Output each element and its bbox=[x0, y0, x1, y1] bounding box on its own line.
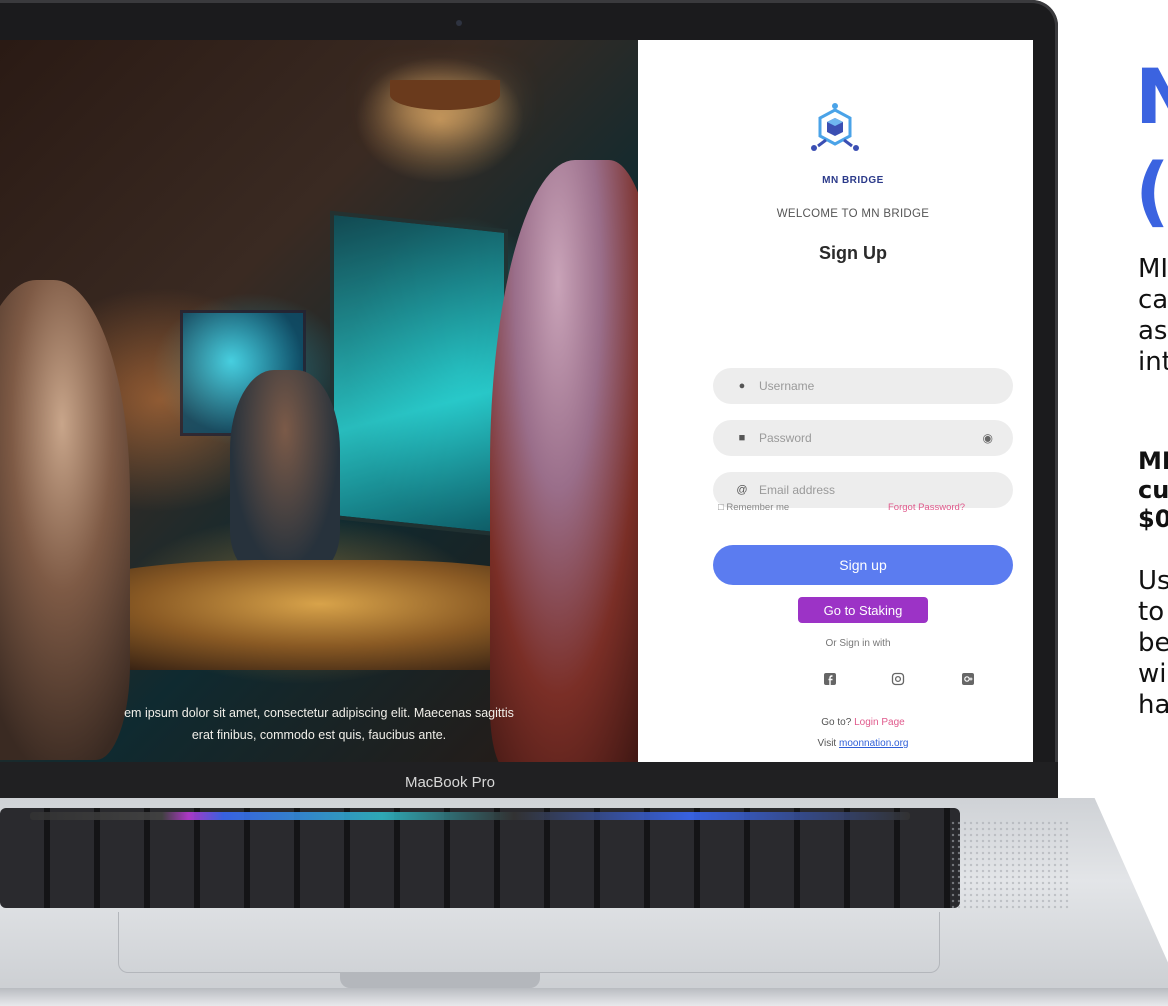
hero-p1-line: as bbox=[1138, 316, 1168, 346]
hero-paragraph-1: MI ca as int bbox=[1138, 254, 1168, 378]
checkbox-icon: □ bbox=[718, 502, 724, 513]
login-page-link[interactable]: Login Page bbox=[854, 717, 905, 728]
art-figure-middle bbox=[230, 370, 340, 570]
hero-p2-line: cu bbox=[1138, 476, 1168, 504]
brand-name: MN BRIDGE bbox=[822, 175, 884, 186]
hero-p2-line: MI bbox=[1138, 447, 1168, 475]
signup-panel: MN BRIDGE WELCOME TO MN BRIDGE Sign Up ●… bbox=[638, 40, 1033, 762]
goto-login: Go to? Login Page bbox=[638, 717, 1033, 728]
hero-p1-line: MI bbox=[1138, 254, 1168, 284]
art-caption: em ipsum dolor sit amet, consectetur adi… bbox=[0, 702, 638, 746]
at-icon: @ bbox=[736, 484, 748, 496]
lid-notch bbox=[340, 972, 540, 988]
email-placeholder: Email address bbox=[759, 483, 836, 497]
visit-prefix: Visit bbox=[817, 738, 837, 749]
art-caption-line-1: em ipsum dolor sit amet, consectetur adi… bbox=[124, 706, 514, 720]
hero-p3-line: wi bbox=[1138, 659, 1167, 689]
art-caption-line-2: erat finibus, commodo est quis, faucibus… bbox=[191, 728, 447, 742]
welcome-text: WELCOME TO MN BRIDGE bbox=[776, 208, 930, 220]
device-label: MacBook Pro bbox=[404, 774, 496, 791]
hero-artwork: em ipsum dolor sit amet, consectetur adi… bbox=[0, 40, 660, 762]
hero-p1-line: int bbox=[1138, 347, 1168, 377]
user-icon: ● bbox=[738, 380, 746, 392]
hero-p1-line: ca bbox=[1138, 285, 1168, 315]
remember-me-checkbox[interactable]: □ Remember me bbox=[718, 502, 789, 513]
page-title: Sign Up bbox=[819, 243, 887, 263]
lock-icon: ■ bbox=[738, 432, 746, 444]
hero-title: N ( bbox=[1135, 50, 1168, 238]
username-placeholder: Username bbox=[759, 379, 815, 393]
or-sign-in-label: Or Sign in with bbox=[825, 638, 891, 649]
laptop-front-edge bbox=[0, 988, 1168, 1006]
forgot-password-link[interactable]: Forgot Password? bbox=[888, 502, 965, 513]
hero-title-line-1: N bbox=[1135, 52, 1168, 141]
hero-p3-line: Us bbox=[1138, 566, 1168, 596]
hero-p2-line: $0 bbox=[1138, 505, 1168, 533]
go-to-staking-button[interactable]: Go to Staking bbox=[798, 597, 928, 623]
password-placeholder: Password bbox=[759, 431, 812, 445]
moonnation-link[interactable]: moonnation.org bbox=[839, 738, 909, 749]
instagram-icon[interactable] bbox=[891, 672, 905, 686]
art-monitor bbox=[330, 210, 508, 538]
keyboard bbox=[0, 808, 960, 908]
hero-p3-line: to bbox=[1138, 597, 1165, 627]
facebook-icon[interactable] bbox=[823, 672, 837, 686]
hero-title-line-2: ( bbox=[1135, 146, 1168, 235]
username-field[interactable]: ● Username bbox=[713, 368, 1013, 404]
trackpad bbox=[118, 912, 940, 973]
goto-prefix: Go to? bbox=[821, 717, 852, 728]
google-plus-icon[interactable] bbox=[961, 672, 975, 686]
art-lamp bbox=[390, 80, 500, 110]
art-figure-right bbox=[490, 160, 660, 762]
laptop-screen: em ipsum dolor sit amet, consectetur adi… bbox=[0, 40, 1033, 762]
visit-site: Visit moonnation.org bbox=[638, 738, 1033, 749]
hero-p3-line: ha bbox=[1138, 690, 1168, 720]
camera-dot bbox=[456, 20, 462, 26]
eye-icon[interactable]: ◉ bbox=[983, 431, 993, 445]
touch-bar bbox=[30, 812, 910, 820]
mn-bridge-logo-icon bbox=[811, 103, 859, 151]
remember-me-label: Remember me bbox=[726, 502, 790, 513]
hero-paragraph-2: MI cu $0 bbox=[1138, 447, 1168, 534]
signup-button[interactable]: Sign up bbox=[713, 545, 1013, 585]
art-figure-left bbox=[0, 280, 130, 760]
hero-p3-line: be bbox=[1138, 628, 1168, 658]
hero-paragraph-3: Us to be wi ha bbox=[1138, 566, 1168, 721]
speaker-grille bbox=[950, 820, 1070, 910]
password-field[interactable]: ■ Password ◉ bbox=[713, 420, 1013, 456]
